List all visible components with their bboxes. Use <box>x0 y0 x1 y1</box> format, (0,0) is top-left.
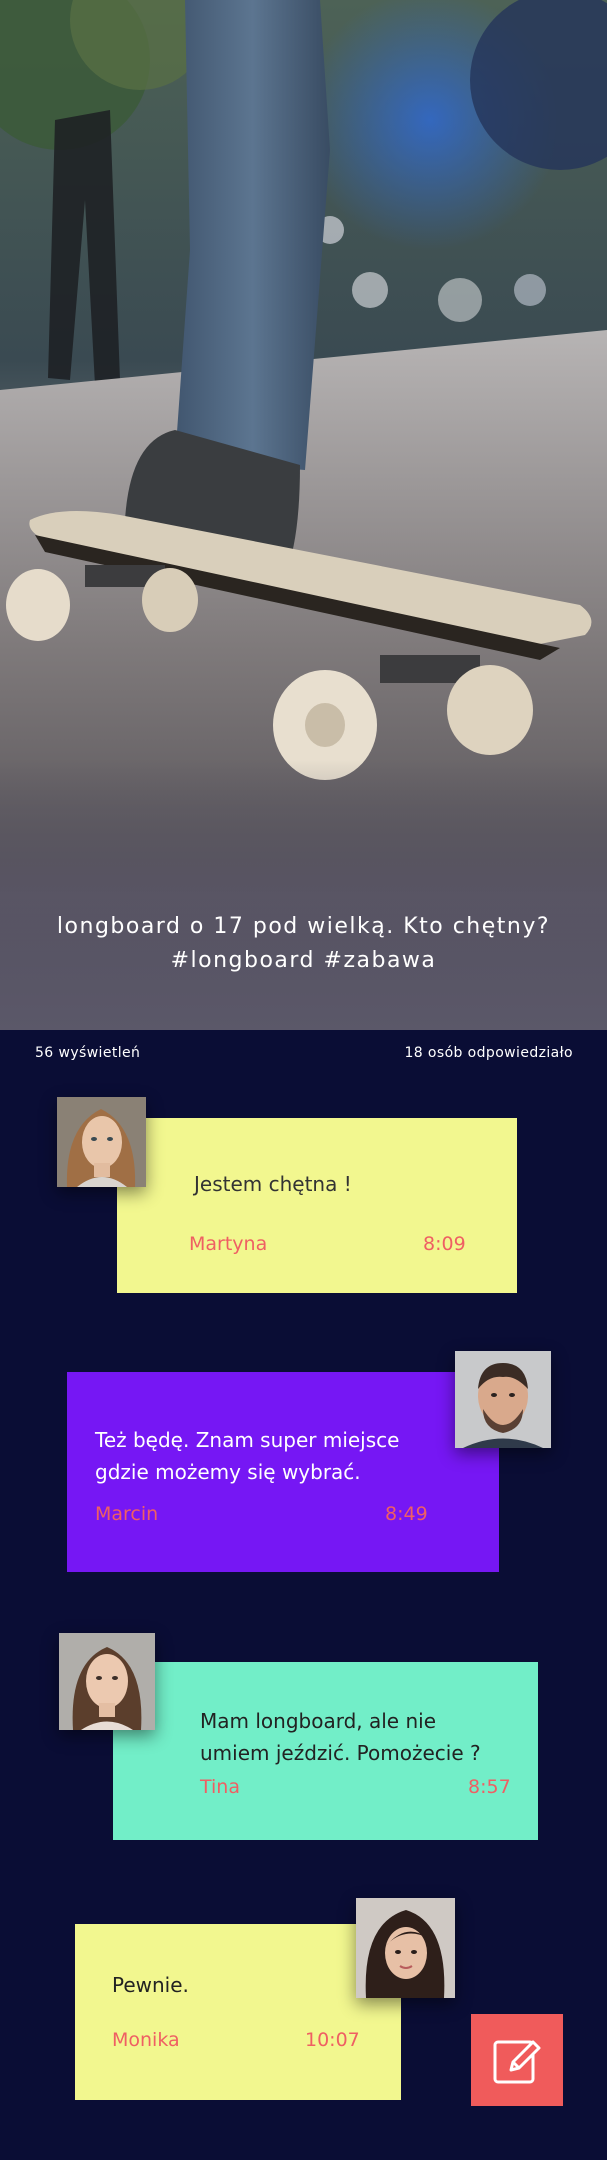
avatar[interactable] <box>57 1097 146 1187</box>
avatar-photo <box>455 1351 551 1448</box>
chat-message-card[interactable]: Też będę. Znam super miejsce gdzie możem… <box>67 1372 499 1572</box>
post-caption: longboard o 17 pod wielką. Kto chętny? #… <box>0 910 607 978</box>
compose-button[interactable] <box>471 2014 563 2106</box>
message-text: Pewnie. <box>112 1973 189 1997</box>
message-text-line: Też będę. Znam super miejsce <box>95 1428 400 1452</box>
avatar[interactable] <box>356 1898 455 1998</box>
message-text-line: umiem jeździć. Pomożecie ? <box>200 1741 481 1765</box>
message-text-line: Mam longboard, ale nie <box>200 1709 436 1733</box>
chat-message-card[interactable]: Mam longboard, ale nie umiem jeździć. Po… <box>113 1662 538 1840</box>
chat-message-card[interactable]: Jestem chętna ! Martyna 8:09 <box>117 1118 517 1293</box>
avatar-photo <box>356 1898 455 1998</box>
post-hashtags: #longboard #zabawa <box>170 948 437 973</box>
message-author: Marcin <box>95 1503 159 1525</box>
avatar-photo <box>57 1097 146 1187</box>
message-time: 10:07 <box>305 2029 360 2051</box>
post-caption-text: longboard o 17 pod wielką. Kto chętny? <box>56 914 551 939</box>
avatar-photo <box>59 1633 155 1730</box>
message-text-line: gdzie możemy się wybrać. <box>95 1460 361 1484</box>
post-photo <box>0 0 607 1030</box>
message-author: Tina <box>200 1776 240 1798</box>
message-author: Monika <box>112 2029 180 2051</box>
post-hero: longboard o 17 pod wielką. Kto chętny? #… <box>0 0 607 1030</box>
responses-count: 18 osób odpowiedziało <box>404 1045 573 1061</box>
message-text: Mam longboard, ale nie umiem jeździć. Po… <box>200 1705 481 1769</box>
message-time: 8:09 <box>423 1233 466 1255</box>
message-author: Martyna <box>189 1233 268 1255</box>
chat-message-card[interactable]: Pewnie. Monika 10:07 <box>75 1924 401 2100</box>
views-count: 56 wyświetleń <box>35 1045 141 1061</box>
avatar[interactable] <box>455 1351 551 1448</box>
message-time: 8:57 <box>468 1776 511 1798</box>
avatar[interactable] <box>59 1633 155 1730</box>
message-time: 8:49 <box>385 1503 428 1525</box>
message-text: Jestem chętna ! <box>194 1172 352 1196</box>
post-stats: 56 wyświetleń 18 osób odpowiedziało <box>0 1045 607 1069</box>
pencil-edit-icon <box>493 2040 541 2084</box>
message-text: Też będę. Znam super miejsce gdzie możem… <box>95 1424 399 1488</box>
